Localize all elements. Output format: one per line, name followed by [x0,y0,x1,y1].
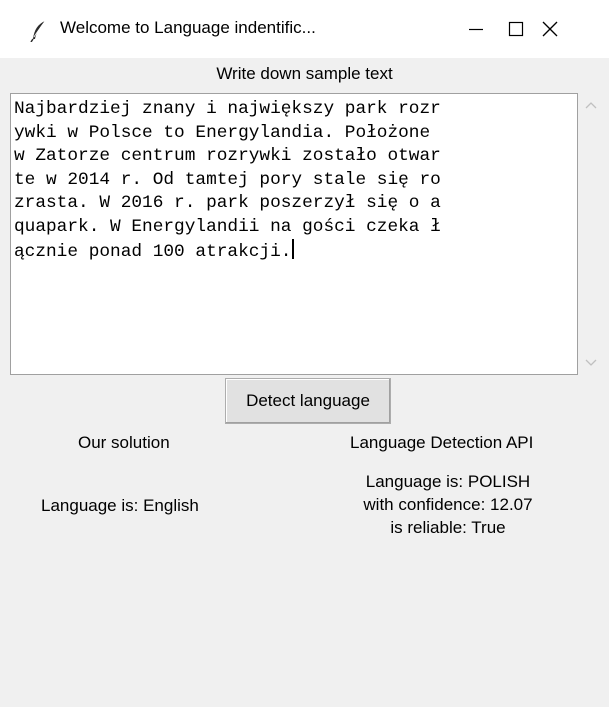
api-result: Language is: POLISH with confidence: 12.… [330,470,566,539]
text-line: quapark. W Energylandii na gości czeka ł [14,216,441,237]
our-solution-heading: Our solution [78,433,170,452]
window-title: Welcome to Language indentific... [60,18,316,37]
api-result-language: Language is: POLISH [365,472,531,491]
sample-text-content: Najbardziej znany i największy park rozr… [14,98,578,265]
text-caret [292,239,295,259]
app-window: Welcome to Language indentific... Write … [0,0,609,707]
maximize-icon [508,21,524,37]
text-line: Najbardziej znany i największy park rozr [14,99,441,119]
title-bar[interactable]: Welcome to Language indentific... [0,0,609,58]
sample-text-label: Write down sample text [216,64,393,83]
scroll-up-button[interactable] [578,93,603,117]
text-line: te w 2014 r. Od tamtej pory stale się ro [14,169,441,190]
close-button[interactable] [530,12,570,46]
minimize-icon [469,28,483,31]
detect-language-button[interactable]: Detect language [225,378,391,424]
chevron-down-icon [585,359,596,366]
close-icon [542,21,558,37]
text-line: zrasta. W 2016 r. park poszerzył się o a [14,193,441,213]
text-line: w Zatorze centrum rozrywki zostało otwar [14,146,441,166]
scroll-down-button[interactable] [578,351,603,375]
api-result-reliable: is reliable: True [390,518,506,537]
vertical-scrollbar[interactable] [578,93,603,375]
text-line: ącznie ponad 100 atrakcji. [14,242,292,262]
api-result-confidence: with confidence: 12.07 [363,495,533,514]
chevron-up-icon [585,102,596,109]
feather-icon [29,20,49,43]
sample-text-input[interactable]: Najbardziej znany i największy park rozr… [10,93,578,375]
text-line-last: ącznie ponad 100 atrakcji. [14,239,578,265]
minimize-button[interactable] [456,12,496,46]
api-heading: Language Detection API [350,433,534,452]
our-solution-result: Language is: English [41,496,199,515]
text-line: ywki w Polsce to Energylandia. Położone [14,122,441,143]
